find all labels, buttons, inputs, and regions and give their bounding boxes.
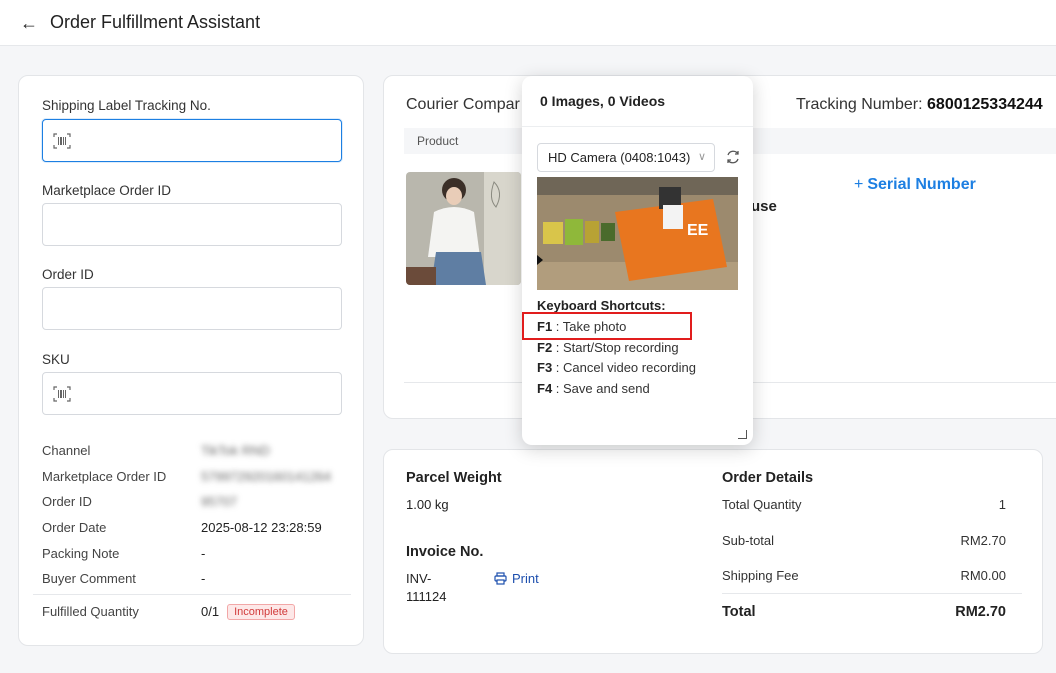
media-count: 0 Images, 0 Videos bbox=[540, 93, 666, 109]
status-badge: Incomplete bbox=[227, 604, 295, 620]
shortcut-cancel-video: F3 : Cancel video recording bbox=[537, 360, 696, 375]
print-label: Print bbox=[512, 571, 539, 586]
info-key: Buyer Comment bbox=[42, 571, 136, 586]
parcel-details-card: Parcel Weight 1.00 kg Invoice No. INV- 1… bbox=[383, 449, 1043, 654]
shipping-fee-value: RM0.00 bbox=[960, 568, 1006, 583]
invoice-value-line2: 111124 bbox=[406, 589, 447, 604]
tracking-number-display: Tracking Number: 6800125334244 bbox=[796, 96, 1043, 114]
info-row-marketplace-order-id: Marketplace Order ID 579972920160141264 bbox=[42, 469, 352, 484]
order-details-title: Order Details bbox=[722, 470, 814, 486]
shortcut-action: : Cancel video recording bbox=[552, 360, 696, 375]
invoice-title: Invoice No. bbox=[406, 544, 484, 560]
total-quantity-value: 1 bbox=[998, 497, 1006, 512]
shortcut-action: : Take photo bbox=[552, 319, 627, 334]
sku-label: SKU bbox=[42, 352, 70, 367]
info-value: 95707 bbox=[201, 494, 238, 509]
camera-preview: EE bbox=[537, 177, 738, 290]
shortcut-key: F2 bbox=[537, 340, 553, 355]
parcel-weight-value: 1.00 kg bbox=[406, 497, 449, 512]
subtotal-row: Sub-total RM2.70 bbox=[722, 533, 1006, 548]
chevron-down-icon: ∨ bbox=[697, 151, 706, 163]
shortcuts-title: Keyboard Shortcuts: bbox=[537, 298, 666, 313]
marketplace-order-input[interactable] bbox=[42, 203, 342, 246]
shortcut-take-photo: F1 : Take photo bbox=[537, 319, 626, 334]
tracking-number-value: 6800125334244 bbox=[927, 96, 1043, 113]
print-button[interactable]: Print bbox=[494, 571, 539, 586]
info-row-channel: Channel TikTok RND bbox=[42, 443, 352, 458]
total-value: RM2.70 bbox=[955, 604, 1006, 620]
barcode-scan-icon bbox=[53, 133, 71, 149]
info-key: Order Date bbox=[42, 520, 107, 535]
info-row-order-date: Order Date 2025-08-12 23:28:59 bbox=[42, 520, 352, 535]
tracking-input[interactable] bbox=[42, 119, 342, 162]
info-row-fulfilled-quantity: Fulfilled Quantity 0/1 Incomplete bbox=[42, 604, 352, 620]
total-quantity-row: Total Quantity 1 bbox=[722, 497, 1006, 512]
page-title: Order Fulfillment Assistant bbox=[50, 12, 261, 32]
subtotal-value: RM2.70 bbox=[960, 533, 1006, 548]
product-image bbox=[406, 172, 521, 285]
svg-text:EE: EE bbox=[687, 222, 709, 239]
shortcut-record: F2 : Start/Stop recording bbox=[537, 340, 679, 355]
shortcut-save-send: F4 : Save and send bbox=[537, 381, 650, 396]
info-key: Order ID bbox=[42, 494, 92, 509]
invoice-value-line1: INV- bbox=[406, 571, 432, 586]
shortcut-key: F4 bbox=[537, 381, 553, 396]
info-row-packing-note: Packing Note - bbox=[42, 546, 352, 561]
order-id-label: Order ID bbox=[42, 267, 94, 282]
fulfilled-value: 0/1 bbox=[201, 604, 220, 619]
camera-select-value: HD Camera (0408:1043) bbox=[548, 150, 691, 165]
barcode-scan-icon bbox=[53, 386, 71, 402]
product-name-text: use bbox=[751, 198, 777, 215]
shortcut-key: F1 bbox=[537, 319, 553, 334]
popup-divider bbox=[522, 126, 753, 127]
total-quantity-label: Total Quantity bbox=[722, 497, 802, 512]
tracking-number-label: Tracking Number: bbox=[796, 96, 923, 113]
marketplace-order-label: Marketplace Order ID bbox=[42, 183, 172, 198]
info-key: Marketplace Order ID bbox=[42, 469, 167, 484]
camera-select[interactable]: HD Camera (0408:1043) ∨ bbox=[537, 143, 715, 172]
subtotal-label: Sub-total bbox=[722, 533, 775, 548]
info-value: 579972920160141264 bbox=[201, 469, 332, 484]
info-key: Channel bbox=[42, 443, 91, 458]
info-key: Fulfilled Quantity bbox=[42, 604, 139, 619]
info-key: Packing Note bbox=[42, 546, 120, 561]
info-value: TikTok RND bbox=[201, 443, 270, 458]
resize-handle[interactable] bbox=[738, 430, 747, 439]
parcel-weight-title: Parcel Weight bbox=[406, 470, 502, 486]
printer-icon bbox=[494, 572, 507, 585]
courier-label: Courier Compar bbox=[406, 96, 520, 113]
info-row-buyer-comment: Buyer Comment - bbox=[42, 571, 352, 586]
camera-capture-popup: 0 Images, 0 Videos HD Camera (0408:1043)… bbox=[522, 76, 753, 445]
add-serial-number-link[interactable]: + Serial Number bbox=[854, 176, 976, 194]
info-value: - bbox=[201, 571, 206, 586]
info-value: - bbox=[201, 546, 206, 561]
scan-form-card: Shipping Label Tracking No. Marketplace … bbox=[18, 75, 364, 646]
serial-number-label: Serial Number bbox=[867, 176, 976, 193]
shortcut-action: : Start/Stop recording bbox=[552, 340, 679, 355]
info-divider bbox=[33, 594, 351, 595]
refresh-icon[interactable] bbox=[725, 149, 741, 165]
info-value: 2025-08-12 23:28:59 bbox=[201, 520, 322, 535]
top-bar: ← Order Fulfillment Assistant bbox=[0, 0, 1056, 46]
sku-input[interactable] bbox=[42, 372, 342, 415]
shortcut-key: F3 bbox=[537, 360, 553, 375]
total-row: Total RM2.70 bbox=[722, 604, 1006, 620]
order-details-divider bbox=[722, 593, 1022, 594]
shipping-fee-row: Shipping Fee RM0.00 bbox=[722, 568, 1006, 583]
total-label: Total bbox=[722, 604, 756, 620]
order-id-input[interactable] bbox=[42, 287, 342, 330]
shortcut-action: : Save and send bbox=[552, 381, 650, 396]
plus-icon: + bbox=[854, 176, 864, 193]
shipping-fee-label: Shipping Fee bbox=[722, 568, 799, 583]
info-row-order-id: Order ID 95707 bbox=[42, 494, 352, 509]
tracking-label: Shipping Label Tracking No. bbox=[42, 98, 211, 113]
arrow-left-icon[interactable]: ← bbox=[20, 14, 38, 32]
